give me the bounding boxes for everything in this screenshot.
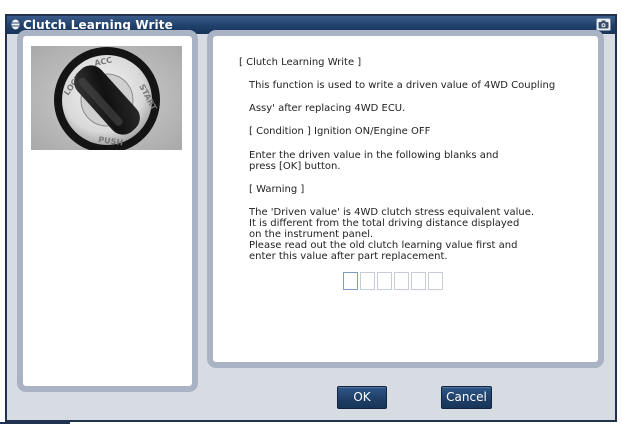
digit-input-6[interactable] — [428, 272, 443, 290]
entry-line-1: Enter the driven value in the following … — [249, 150, 499, 161]
circle-menu-icon — [11, 19, 20, 30]
instructions-panel: [ Clutch Learning Write ] This function … — [207, 30, 604, 368]
condition-text: [ Condition ] Ignition ON/Engine OFF — [249, 126, 431, 137]
digit-input-1[interactable] — [343, 272, 358, 290]
intro-line-2: Assy' after replacing 4WD ECU. — [249, 103, 406, 114]
image-panel: LOCK ACC START PUSH — [17, 30, 198, 392]
entry-line-2: press [OK] button. — [249, 161, 341, 172]
warning-line-4: Please read out the old clutch learning … — [249, 240, 518, 251]
instructions-heading: [ Clutch Learning Write ] — [239, 57, 362, 68]
driven-value-inputs — [343, 272, 443, 290]
ignition-switch-image: LOCK ACC START PUSH — [31, 46, 182, 150]
warning-line-3: on the instrument panel. — [249, 229, 374, 240]
cancel-button[interactable]: Cancel — [441, 386, 492, 409]
digit-input-4[interactable] — [394, 272, 409, 290]
digit-input-2[interactable] — [360, 272, 375, 290]
intro-line-1: This function is used to write a driven … — [249, 80, 556, 91]
digit-input-5[interactable] — [411, 272, 426, 290]
warning-line-1: The 'Driven value' is 4WD clutch stress … — [249, 207, 535, 218]
clutch-learning-dialog: Clutch Learning Write LOCK ACC START PUS… — [5, 14, 617, 422]
ignition-switch-photo: LOCK ACC START PUSH — [31, 46, 182, 150]
warning-line-2: It is different from the total driving d… — [249, 218, 520, 229]
camera-icon — [598, 20, 609, 29]
capture-button[interactable] — [596, 18, 611, 31]
warning-title: [ Warning ] — [249, 184, 305, 195]
warning-line-5: enter this value after part replacement. — [249, 251, 448, 262]
digit-input-3[interactable] — [377, 272, 392, 290]
taskbar-fragment — [0, 422, 70, 424]
ok-button[interactable]: OK — [337, 386, 387, 409]
